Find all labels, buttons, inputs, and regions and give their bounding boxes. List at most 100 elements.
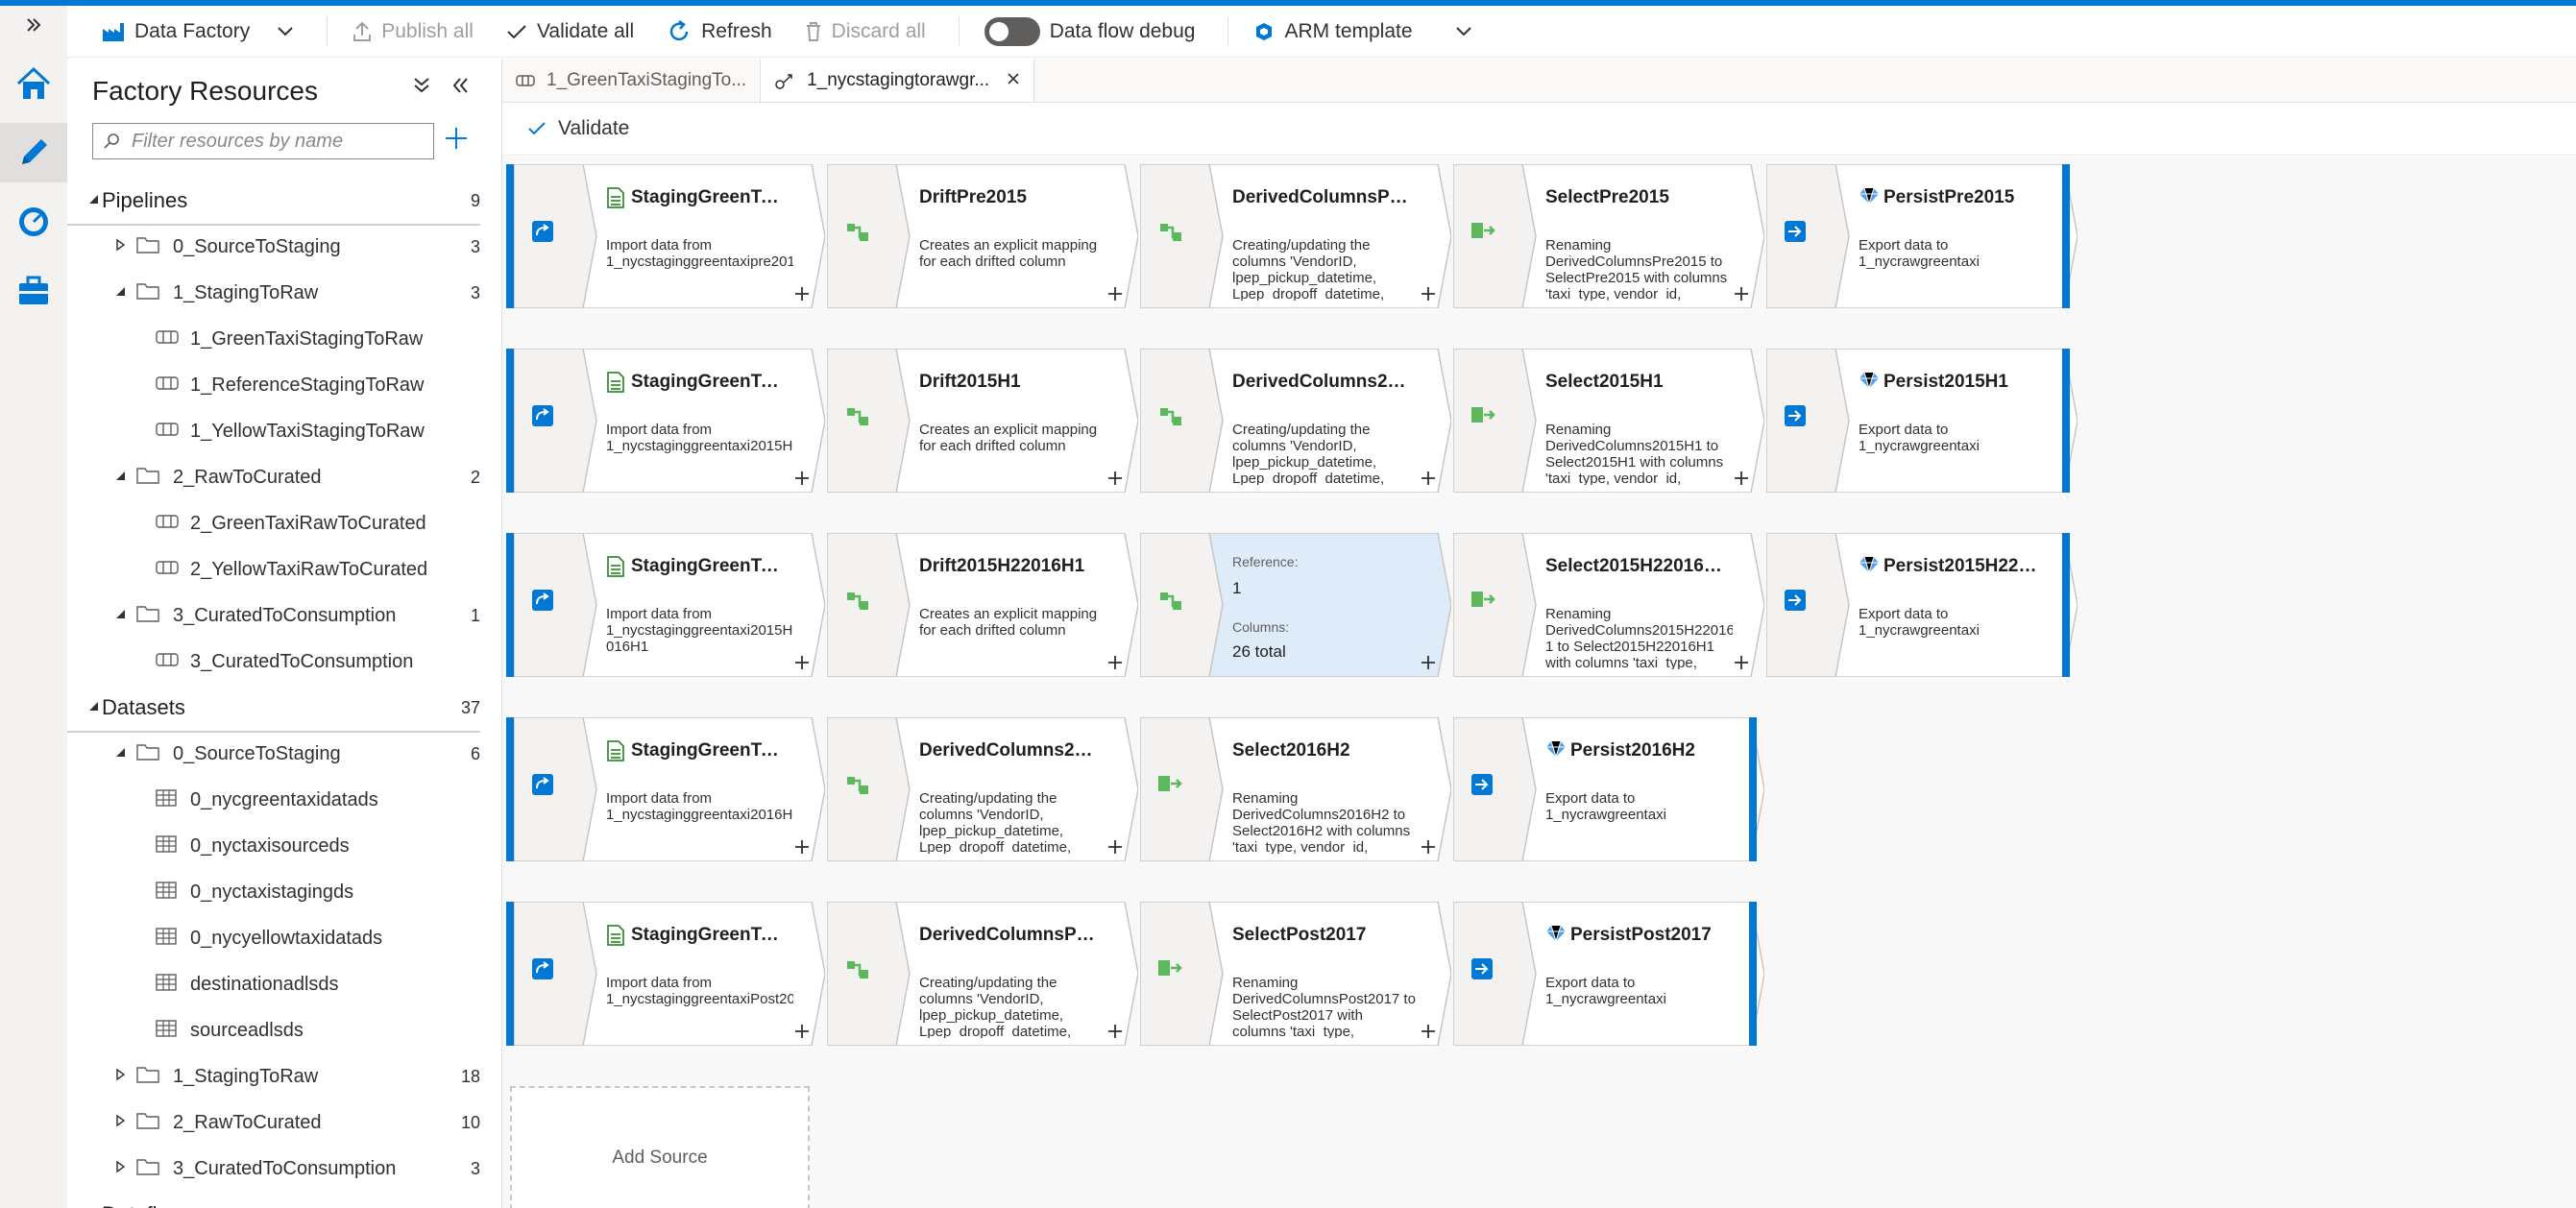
transform-node-derive[interactable]: DerivedColumnsPre2015 Creating/updating t… xyxy=(1140,164,1451,308)
transform-node-select[interactable]: SelectPre2015 Renaming DerivedColumnsPre2… xyxy=(1453,164,1764,308)
tree-item[interactable]: 2_GreenTaxiRawToCurated xyxy=(67,500,480,546)
tree-category[interactable]: Datasets 37 xyxy=(67,685,480,733)
tree-folder[interactable]: 1_StagingToRaw 3 xyxy=(67,270,480,316)
tree-folder[interactable]: 1_StagingToRaw 18 xyxy=(67,1053,480,1099)
tab-pipeline[interactable]: 1_GreenTaxiStagingTo... xyxy=(502,59,762,102)
add-transform-button[interactable] xyxy=(1421,652,1436,675)
add-transform-button[interactable] xyxy=(1107,652,1123,675)
add-transform-button[interactable] xyxy=(794,468,810,491)
transform-node-sink[interactable]: PersistPre2015 Export data to 1_nycrawgre… xyxy=(1766,164,2078,308)
data-flow-debug-toggle[interactable]: Data flow debug xyxy=(984,16,1195,46)
tree-item[interactable]: 0_nyctaxistagingds xyxy=(67,869,480,915)
transform-node-sink[interactable]: Persist2016H2 Export data to 1_nycrawgree… xyxy=(1453,717,1764,861)
collapsed-caret-icon[interactable] xyxy=(113,238,127,255)
debug-switch[interactable] xyxy=(984,16,1040,46)
add-transform-button[interactable] xyxy=(794,836,810,859)
tree-item[interactable]: sourceadlsds xyxy=(67,1007,480,1053)
discard-all-button[interactable]: Discard all xyxy=(805,20,926,43)
filter-input[interactable] xyxy=(130,129,422,154)
add-transform-button[interactable] xyxy=(1734,283,1749,306)
transform-node-source[interactable]: StagingGreenTaxiPost2... Import data from… xyxy=(514,902,825,1046)
transform-node-derive[interactable]: DriftPre2015 Creates an explicit mapping … xyxy=(827,164,1138,308)
tree-folder[interactable]: 2_RawToCurated 2 xyxy=(67,454,480,500)
transform-node-source[interactable]: StagingGreenTaxi2015H... Import data from… xyxy=(514,533,825,677)
transform-node-derive[interactable]: DerivedColumns2015H1 Creating/updating th… xyxy=(1140,349,1451,493)
transform-node-sink[interactable]: Persist2015H22016H1 Export data to 1_nycr… xyxy=(1766,533,2078,677)
tree-item[interactable]: 0_nycyellowtaxidatads xyxy=(67,915,480,961)
transform-node-source[interactable]: StagingGreenTaxi2015H1 Import data from 1… xyxy=(514,349,825,493)
tree-item[interactable]: 2_YellowTaxiRawToCurated xyxy=(67,546,480,592)
tree-item[interactable]: 1_GreenTaxiStagingToRaw xyxy=(67,316,480,362)
add-source-button[interactable]: Add Source xyxy=(510,1086,810,1208)
add-transform-button[interactable] xyxy=(1107,1021,1123,1044)
factory-selector[interactable]: Data Factory xyxy=(102,20,294,43)
add-transform-button[interactable] xyxy=(1107,283,1123,306)
tree-folder[interactable]: 3_CuratedToConsumption 1 xyxy=(67,592,480,639)
tree-item[interactable]: 3_CuratedToConsumption xyxy=(67,639,480,685)
add-transform-button[interactable] xyxy=(1421,836,1436,859)
transform-node-sink[interactable]: PersistPost2017 Export data to 1_nycrawgr… xyxy=(1453,902,1764,1046)
add-transform-button[interactable] xyxy=(1107,836,1123,859)
add-transform-button[interactable] xyxy=(1107,468,1123,491)
nav-monitor[interactable] xyxy=(0,192,67,252)
transform-node-select[interactable]: Select2016H2 Renaming DerivedColumns2016H… xyxy=(1140,717,1451,861)
arm-template-menu[interactable]: ARM template xyxy=(1253,20,1471,43)
tree-item[interactable]: 1_YellowTaxiStagingToRaw xyxy=(67,408,480,454)
transform-node-select[interactable]: Select2015H22016H1 Renaming DerivedColumn… xyxy=(1453,533,1764,677)
expanded-caret-icon[interactable] xyxy=(86,699,100,716)
tree-item[interactable]: destinationadlsds xyxy=(67,961,480,1007)
sink-icon xyxy=(1784,404,1807,432)
add-transform-button[interactable] xyxy=(1421,283,1436,306)
transform-node-derive[interactable]: Drift2015H22016H1 Creates an explicit map… xyxy=(827,533,1138,677)
expand-nav-button[interactable] xyxy=(0,6,67,44)
tree-category[interactable]: Dataflows 6 xyxy=(67,1192,480,1208)
tab-dataflow[interactable]: 1_nycstagingtorawgr... xyxy=(761,59,1035,102)
add-transform-button[interactable] xyxy=(1421,1021,1436,1044)
add-transform-button[interactable] xyxy=(1734,652,1749,675)
expanded-caret-icon[interactable] xyxy=(113,745,127,762)
add-transform-button[interactable] xyxy=(794,652,810,675)
transform-node-sink[interactable]: Persist2015H1 Export data to 1_nycrawgree… xyxy=(1766,349,2078,493)
transform-node-source[interactable]: StagingGreenTaxiPre2015 Import data from … xyxy=(514,164,825,308)
expanded-caret-icon[interactable] xyxy=(113,607,127,624)
transform-node-derive[interactable]: DerivedColumnsPost2017 Creating/updating … xyxy=(827,902,1138,1046)
nav-manage[interactable] xyxy=(0,261,67,321)
collapsed-caret-icon[interactable] xyxy=(113,1068,127,1085)
expanded-caret-icon[interactable] xyxy=(86,192,100,209)
transform-node-derive[interactable]: Drift2015H1 Creates an explicit mapping f… xyxy=(827,349,1138,493)
transform-node-select[interactable]: Select2015H1 Renaming DerivedColumns2015H… xyxy=(1453,349,1764,493)
refresh-button[interactable]: Refresh xyxy=(667,19,772,44)
validate-all-button[interactable]: Validate all xyxy=(506,20,634,43)
collapse-all-button[interactable] xyxy=(413,76,430,101)
tree-item[interactable]: 0_nycgreentaxidatads xyxy=(67,777,480,823)
collapsed-caret-icon[interactable] xyxy=(113,1160,127,1177)
collapse-panel-button[interactable] xyxy=(451,76,469,101)
expanded-caret-icon[interactable] xyxy=(113,469,127,486)
tree-folder[interactable]: 3_CuratedToConsumption 3 xyxy=(67,1146,480,1192)
tree-folder[interactable]: 0_SourceToStaging 3 xyxy=(67,224,480,270)
add-transform-button[interactable] xyxy=(794,1021,810,1044)
validate-button[interactable]: Validate xyxy=(558,117,629,140)
collapsed-caret-icon[interactable] xyxy=(113,1114,127,1131)
tree-folder[interactable]: 0_SourceToStaging 6 xyxy=(67,731,480,777)
add-transform-button[interactable] xyxy=(794,283,810,306)
tree-category[interactable]: Pipelines 9 xyxy=(67,178,480,226)
add-resource-button[interactable] xyxy=(444,124,469,157)
close-tab-button[interactable] xyxy=(1007,69,1020,91)
tree-item[interactable]: 1_ReferenceStagingToRaw xyxy=(67,362,480,408)
tree-label: 2_GreenTaxiRawToCurated xyxy=(190,512,426,534)
table-icon xyxy=(156,928,177,949)
add-transform-button[interactable] xyxy=(1421,468,1436,491)
transform-node-derive[interactable]: DerivedColumns2016H2 Creating/updating th… xyxy=(827,717,1138,861)
nav-author[interactable] xyxy=(0,123,67,182)
add-transform-button[interactable] xyxy=(1734,468,1749,491)
tree-folder[interactable]: 2_RawToCurated 10 xyxy=(67,1099,480,1146)
transform-node-source[interactable]: StagingGreenTaxi2016H2 Import data from 1… xyxy=(514,717,825,861)
publish-icon xyxy=(353,21,372,41)
publish-all-button[interactable]: Publish all xyxy=(352,20,474,43)
transform-node-ref[interactable]: Reference: 1 Columns: 26 total xyxy=(1140,533,1451,677)
expanded-caret-icon[interactable] xyxy=(113,284,127,302)
tree-item[interactable]: 0_nyctaxisourceds xyxy=(67,823,480,869)
nav-home[interactable] xyxy=(0,54,67,113)
transform-node-select[interactable]: SelectPost2017 Renaming DerivedColumnsPos… xyxy=(1140,902,1451,1046)
